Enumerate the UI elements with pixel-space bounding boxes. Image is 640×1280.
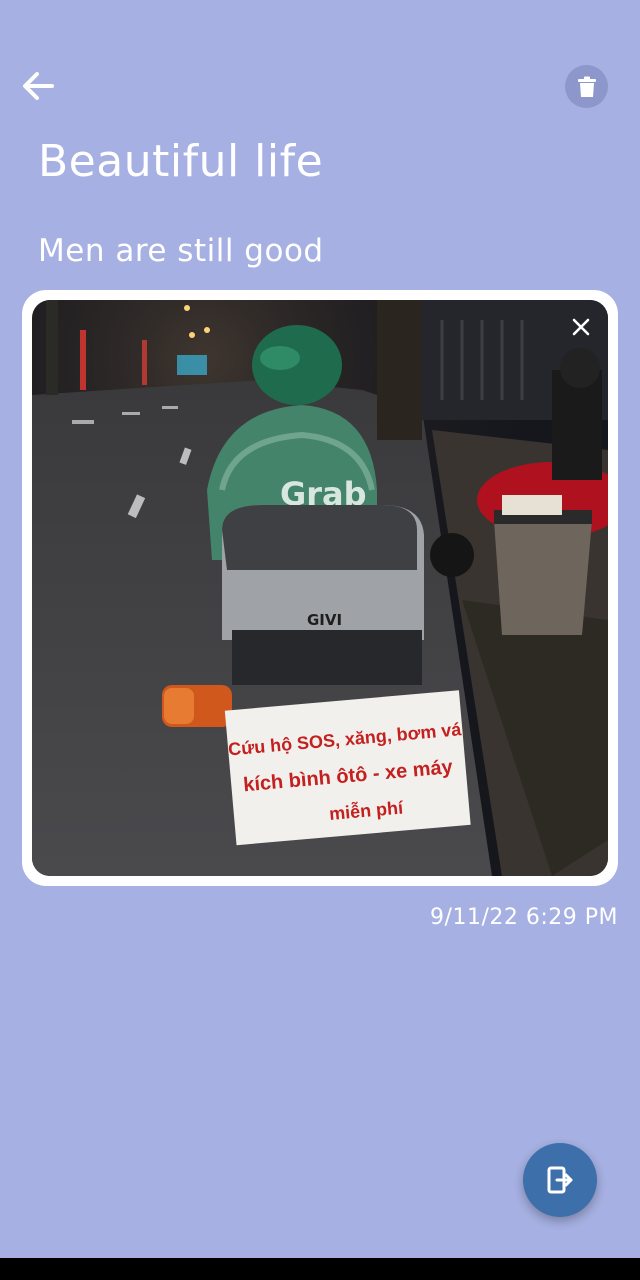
arrow-left-icon [23,72,54,100]
delete-button[interactable] [565,65,608,108]
remove-photo-button[interactable] [568,314,594,340]
close-icon [572,318,590,336]
back-button[interactable] [14,62,62,110]
attached-photo[interactable]: Grab GIVI Cứu hộ SOS, xăng, bơm vá kích … [32,300,608,876]
box-brand: GIVI [307,611,342,629]
note-title: Beautiful life [38,136,324,187]
exit-icon [547,1166,573,1194]
note-body: Men are still good [38,233,324,269]
exit-fab-button[interactable] [523,1143,597,1217]
photo-card: Grab GIVI Cứu hộ SOS, xăng, bơm vá kích … [22,290,618,886]
note-timestamp: 9/11/22 6:29 PM [430,905,618,930]
photo-illustration: Grab GIVI Cứu hộ SOS, xăng, bơm vá kích … [32,300,608,876]
system-nav-bar [0,1258,640,1280]
trash-icon [577,76,596,97]
